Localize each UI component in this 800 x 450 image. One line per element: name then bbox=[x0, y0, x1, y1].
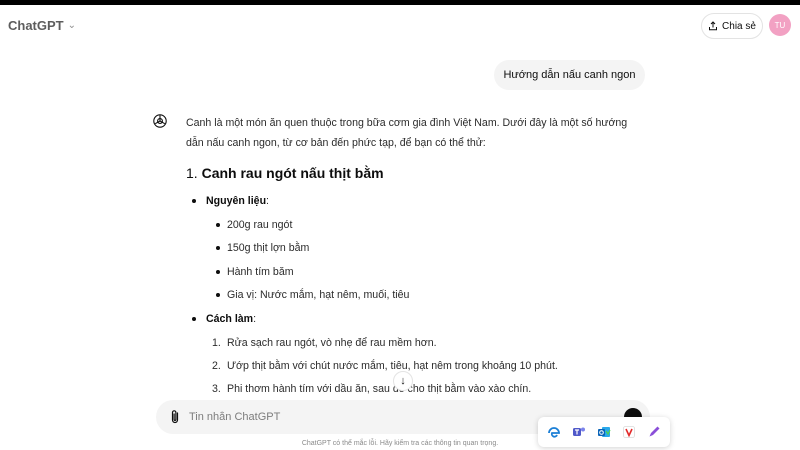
step-text: Rửa sạch rau ngót, vò nhẹ để rau mềm hơn… bbox=[227, 336, 437, 349]
outlook-icon[interactable] bbox=[596, 424, 612, 440]
section-number: 1. bbox=[186, 165, 198, 181]
model-name: ChatGPT bbox=[8, 17, 64, 33]
user-message: Hướng dẫn nấu canh ngon bbox=[494, 60, 645, 90]
app-tray bbox=[538, 417, 670, 447]
disclaimer: ChatGPT có thể mắc lỗi. Hãy kiểm tra các… bbox=[301, 440, 499, 447]
share-button[interactable]: Chia sẻ bbox=[701, 13, 763, 39]
vivaldi-icon[interactable] bbox=[621, 424, 637, 440]
pen-icon[interactable] bbox=[646, 424, 662, 440]
ingredients-label: Nguyên liệu bbox=[206, 195, 267, 207]
list-item: 1. Rửa sạch rau ngót, vò nhẹ để rau mềm … bbox=[186, 333, 646, 356]
list-item: 150g thịt lợn bằm bbox=[186, 238, 646, 261]
step-number: 1. bbox=[212, 336, 221, 349]
paperclip-icon[interactable] bbox=[168, 409, 182, 425]
list-item: 2. Ướp thịt bằm với chút nước mắm, tiêu,… bbox=[186, 356, 646, 379]
list-item: 200g rau ngót bbox=[186, 215, 646, 238]
share-icon bbox=[709, 21, 718, 31]
section-heading: 1. Canh rau ngót nấu thịt bằm bbox=[186, 163, 646, 183]
chatgpt-logo-icon bbox=[153, 114, 167, 128]
top-bar: ChatGPT ⌄ Chia sẻ TU bbox=[0, 5, 800, 45]
method-label: Cách làm bbox=[206, 312, 254, 325]
chatgpt-window: ChatGPT ⌄ Chia sẻ TU Hướng dẫn nấu canh … bbox=[0, 5, 800, 450]
chevron-down-icon: ⌄ bbox=[67, 19, 77, 31]
assistant-message: Canh là một món ăn quen thuộc trong bữa … bbox=[186, 113, 646, 403]
share-label: Chia sẻ bbox=[722, 20, 756, 32]
model-selector[interactable]: ChatGPT ⌄ bbox=[8, 15, 76, 35]
arrow-down-icon: ↓ bbox=[400, 375, 406, 387]
list-item: Gia vị: Nước mắm, hạt nêm, muối, tiêu bbox=[186, 285, 646, 308]
list-item: Hành tím băm bbox=[186, 262, 646, 285]
step-text: Ướp thịt bằm với chút nước mắm, tiêu, hạ… bbox=[227, 359, 558, 372]
section-title: Canh rau ngót nấu thịt bằm bbox=[201, 165, 384, 181]
edge-icon[interactable] bbox=[546, 424, 562, 440]
list-item: Cách làm: bbox=[186, 309, 646, 333]
avatar[interactable]: TU bbox=[769, 14, 791, 36]
teams-icon[interactable] bbox=[571, 424, 587, 440]
scroll-down-button[interactable]: ↓ bbox=[393, 371, 413, 391]
step-number: 2. bbox=[212, 359, 221, 372]
answer-intro: Canh là một món ăn quen thuộc trong bữa … bbox=[186, 117, 628, 149]
list-item: Nguyên liệu: bbox=[186, 191, 646, 215]
